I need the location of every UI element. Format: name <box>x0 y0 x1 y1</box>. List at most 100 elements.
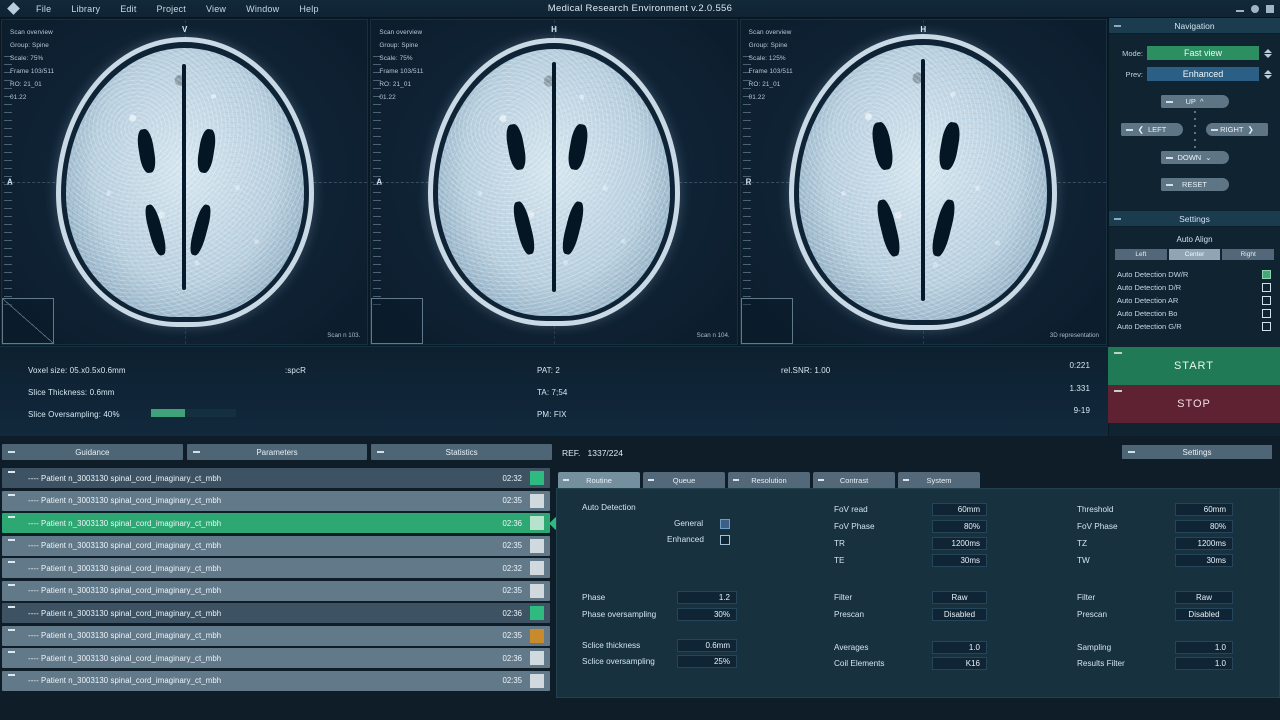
menu-item-view[interactable]: View <box>196 2 236 16</box>
menu-item-library[interactable]: Library <box>61 2 110 16</box>
patient-status-badge[interactable] <box>530 651 544 665</box>
mode-value[interactable]: Fast view <box>1147 46 1259 60</box>
chevron-up-icon[interactable] <box>1263 69 1272 74</box>
scan-viewport-1[interactable]: V A Scan overview Group: Spine Scale: 75… <box>1 19 369 345</box>
thumbnail-box-3[interactable] <box>740 298 793 344</box>
chevron-down-icon[interactable] <box>1263 74 1272 79</box>
patient-status-badge[interactable] <box>530 493 544 508</box>
tab-resolution[interactable]: Resolution <box>728 472 810 488</box>
nav-left-button[interactable]: ❮ LEFT <box>1121 123 1183 136</box>
menu-item-project[interactable]: Project <box>147 2 196 16</box>
filter-value-3[interactable]: Raw <box>1175 591 1233 604</box>
patient-status-badge[interactable] <box>530 628 544 643</box>
auto-detection-bo-checkbox[interactable] <box>1262 309 1271 318</box>
scan-viewport-2[interactable]: H A Scan overview Group: Spine Scale: 75… <box>370 19 738 345</box>
tr-value[interactable]: 1200ms <box>932 537 987 550</box>
thumbnail-box-1[interactable] <box>2 298 54 344</box>
auto-detection-gr-row[interactable]: Auto Detection G/R <box>1115 320 1274 333</box>
auto-detection-ar-checkbox[interactable] <box>1262 296 1271 305</box>
threshold-value[interactable]: 60mm <box>1175 503 1233 516</box>
menu-item-window[interactable]: Window <box>236 2 289 16</box>
collapse-icon[interactable] <box>1114 217 1121 220</box>
tz-value[interactable]: 1200ms <box>1175 537 1233 550</box>
scan-viewport-3[interactable]: H R Scan overview Group: Spine Scale: 12… <box>739 19 1107 345</box>
patient-status-badge[interactable] <box>530 673 544 688</box>
patient-list[interactable]: ---- Patient n_3003130 spinal_cord_imagi… <box>2 468 562 718</box>
slice-oversampling-value[interactable]: 25% <box>677 655 737 668</box>
fov-phase-value[interactable]: 80% <box>932 520 987 533</box>
menu-item-file[interactable]: File <box>26 2 61 16</box>
filter-value-2[interactable]: Raw <box>932 591 987 604</box>
patient-status-badge[interactable] <box>530 516 544 530</box>
menu-item-help[interactable]: Help <box>289 2 328 16</box>
tw-value[interactable]: 30ms <box>1175 554 1233 567</box>
mode-stepper[interactable] <box>1263 48 1272 58</box>
nav-up-button[interactable]: UP ^ <box>1160 95 1229 108</box>
menu-item-edit[interactable]: Edit <box>110 2 146 16</box>
tab-routine[interactable]: Routine <box>558 472 640 488</box>
auto-detection-ar-row[interactable]: Auto Detection AR <box>1115 294 1274 307</box>
tab-queue[interactable]: Queue <box>643 472 725 488</box>
nav-right-button[interactable]: RIGHT ❯ <box>1206 123 1268 136</box>
patient-list-item[interactable]: ---- Patient n_3003130 spinal_cord_imagi… <box>2 580 550 601</box>
patient-list-item[interactable]: ---- Patient n_3003130 spinal_cord_imagi… <box>2 490 550 511</box>
patient-list-item[interactable]: ---- Patient n_3003130 spinal_cord_imagi… <box>2 648 550 668</box>
patient-list-item[interactable]: ---- Patient n_3003130 spinal_cord_imagi… <box>2 513 562 533</box>
sampling-value[interactable]: 1.0 <box>1175 641 1233 654</box>
prev-value[interactable]: Enhanced <box>1147 67 1259 81</box>
settings-tab-button[interactable]: Settings <box>1122 445 1272 459</box>
general-checkbox[interactable] <box>720 519 730 529</box>
enhanced-checkbox[interactable] <box>720 535 730 545</box>
patient-status-badge[interactable] <box>530 471 544 485</box>
navigation-panel-header[interactable]: Navigation <box>1109 18 1280 34</box>
coil-elements-value[interactable]: K16 <box>932 657 987 670</box>
auto-detection-bo-row[interactable]: Auto Detection Bo <box>1115 307 1274 320</box>
patient-list-item[interactable]: ---- Patient n_3003130 spinal_cord_imagi… <box>2 603 550 623</box>
chevron-down-icon[interactable] <box>1263 53 1272 58</box>
phase-value[interactable]: 1.2 <box>677 591 737 604</box>
collapse-icon[interactable] <box>1114 24 1121 27</box>
tab-guidance[interactable]: Guidance <box>2 444 183 460</box>
tab-contrast[interactable]: Contrast <box>813 472 895 488</box>
fov-read-value[interactable]: 60mm <box>932 503 987 516</box>
patient-status-badge[interactable] <box>530 606 544 620</box>
thumbnail-box-2[interactable] <box>371 298 424 344</box>
patient-list-item[interactable]: ---- Patient n_3003130 spinal_cord_imagi… <box>2 558 550 578</box>
patient-status-badge[interactable] <box>530 583 544 598</box>
align-left-button[interactable]: Left <box>1115 249 1167 260</box>
patient-status-badge[interactable] <box>530 538 544 553</box>
close-icon[interactable] <box>1266 4 1274 13</box>
fov-phase-value-3[interactable]: 80% <box>1175 520 1233 533</box>
align-center-button[interactable]: Center <box>1168 249 1221 260</box>
minimize-icon[interactable] <box>1236 9 1244 12</box>
maximize-icon[interactable] <box>1251 4 1259 13</box>
patient-list-item[interactable]: ---- Patient n_3003130 spinal_cord_imagi… <box>2 625 550 646</box>
start-button[interactable]: START <box>1108 347 1280 385</box>
patient-list-item[interactable]: ---- Patient n_3003130 spinal_cord_imagi… <box>2 670 550 691</box>
te-value[interactable]: 30ms <box>932 554 987 567</box>
auto-detection-dwr-checkbox[interactable] <box>1262 270 1271 279</box>
auto-detection-gr-checkbox[interactable] <box>1262 322 1271 331</box>
stop-button[interactable]: STOP <box>1108 385 1280 423</box>
nav-down-button[interactable]: DOWN ⌄ <box>1160 151 1229 164</box>
prescan-value-2[interactable]: Disabled <box>932 608 987 621</box>
auto-detection-dr-row[interactable]: Auto Detection D/R <box>1115 281 1274 294</box>
averages-value[interactable]: 1.0 <box>932 641 987 654</box>
settings-panel-header[interactable]: Settings <box>1109 211 1280 227</box>
auto-detection-dwr-row[interactable]: Auto Detection DW/R <box>1115 268 1274 281</box>
patient-list-item[interactable]: ---- Patient n_3003130 spinal_cord_imagi… <box>2 535 550 556</box>
tab-parameters[interactable]: Parameters <box>186 444 368 460</box>
prev-stepper[interactable] <box>1263 69 1272 79</box>
align-right-button[interactable]: Right <box>1222 249 1275 260</box>
tab-system[interactable]: System <box>898 472 980 488</box>
patient-list-item[interactable]: ---- Patient n_3003130 spinal_cord_imagi… <box>2 468 550 488</box>
results-filter-value[interactable]: 1.0 <box>1175 657 1233 670</box>
slice-thickness-value[interactable]: 0.6mm <box>677 639 737 652</box>
nav-reset-button[interactable]: RESET <box>1160 178 1229 191</box>
auto-detection-dr-checkbox[interactable] <box>1262 283 1271 292</box>
tab-statistics[interactable]: Statistics <box>371 444 553 460</box>
phase-oversampling-value[interactable]: 30% <box>677 608 737 621</box>
prescan-value-3[interactable]: Disabled <box>1175 608 1233 621</box>
chevron-up-icon[interactable] <box>1263 48 1272 53</box>
patient-status-badge[interactable] <box>530 561 544 575</box>
